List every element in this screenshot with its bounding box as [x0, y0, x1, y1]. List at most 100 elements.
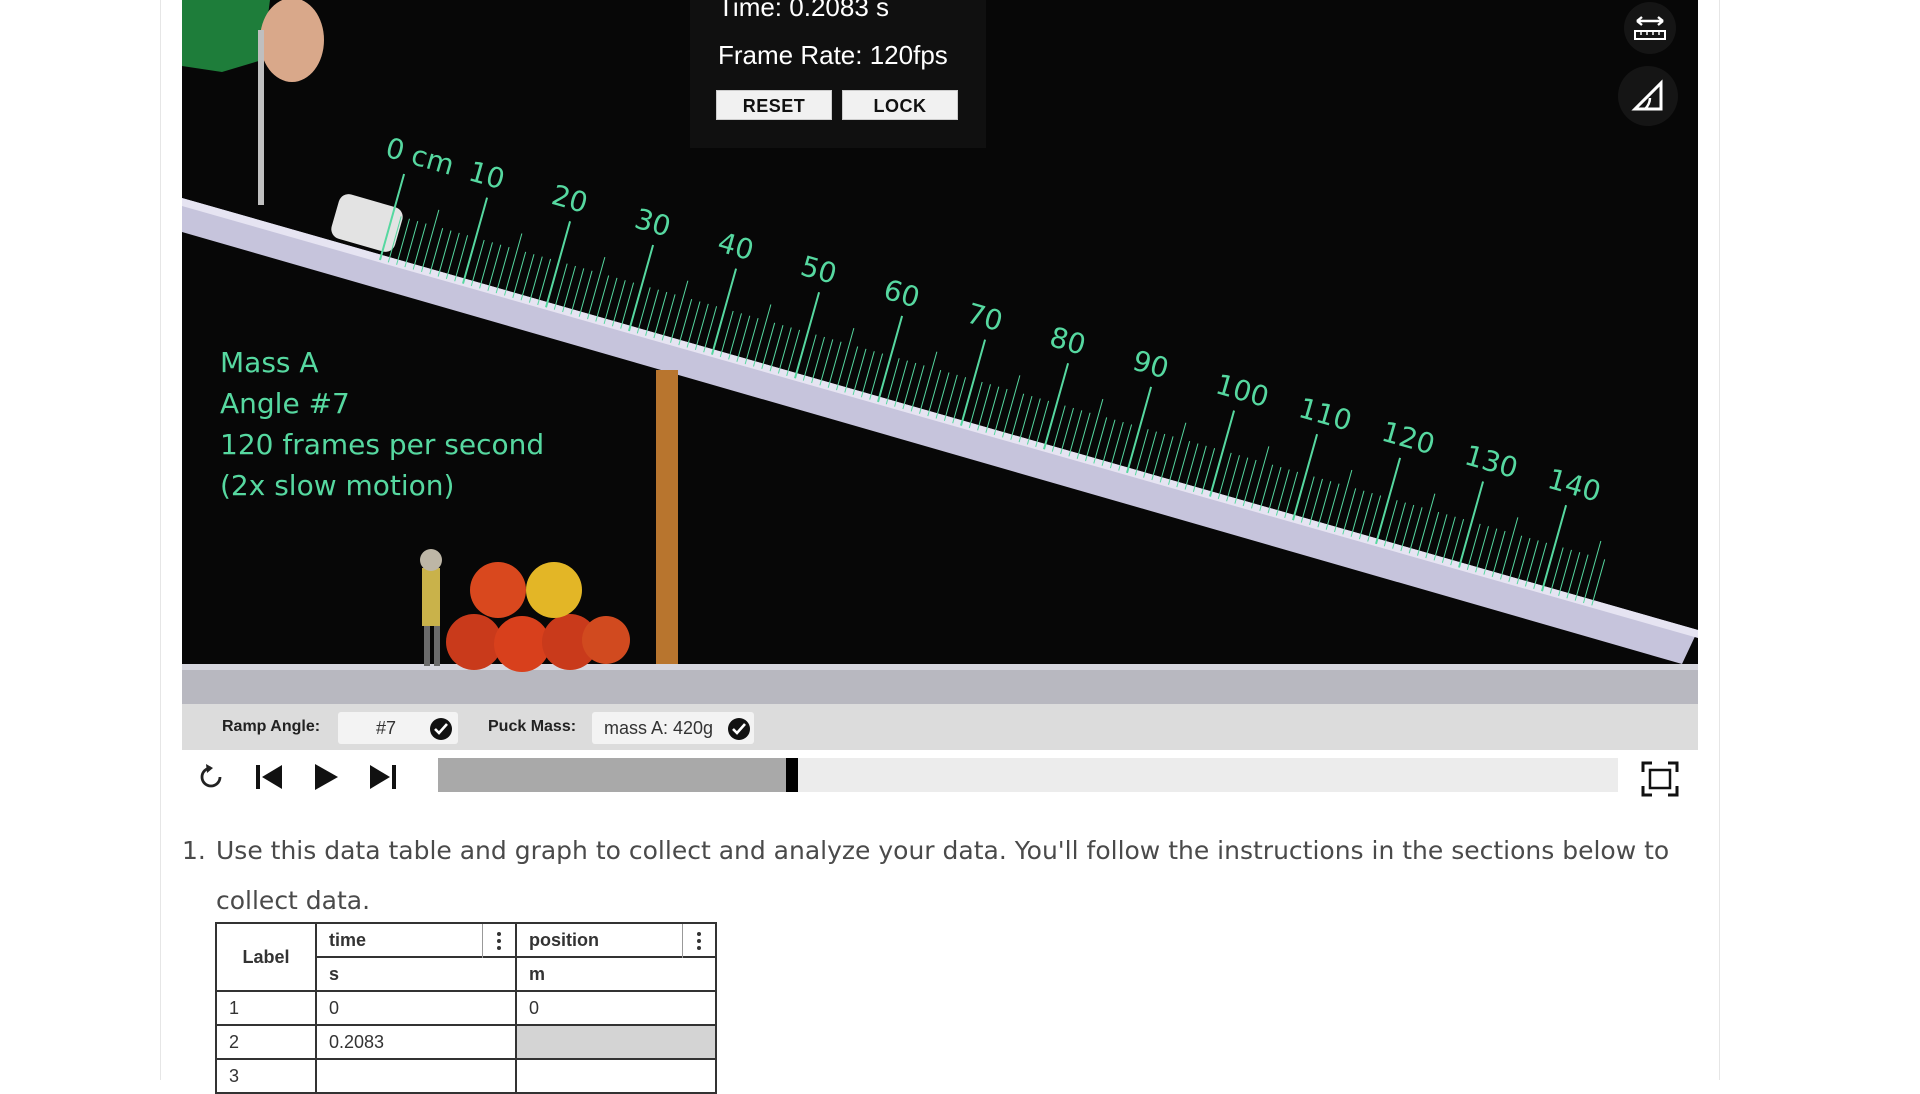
row-label: 2 — [215, 1024, 317, 1060]
ruler-label: 10 — [465, 155, 508, 197]
timeline-progress — [438, 758, 792, 792]
time-unit: s — [315, 956, 517, 992]
green-sleeve — [182, 0, 270, 72]
skip-back-icon[interactable] — [252, 760, 286, 794]
data-table: Label time position s m 1 0 0 2 0.2083 3 — [215, 922, 717, 1094]
time-column-name: time — [329, 929, 367, 950]
release-stick — [258, 30, 264, 205]
ruler-label: 120 — [1378, 415, 1438, 461]
check-icon — [728, 718, 750, 740]
slow-motion-line: (2x slow motion) — [220, 469, 455, 502]
ruler-tool-button[interactable] — [1624, 2, 1676, 54]
ruler-overlay: 0 cm 10 20 30 40 50 60 70 80 90 100 110 120 130 140 — [379, 131, 1606, 606]
position-cell[interactable] — [515, 1024, 717, 1060]
ruler-tick — [1209, 410, 1236, 497]
time-readout: Time: 0.2083 s — [718, 0, 890, 22]
position-cell[interactable] — [515, 1058, 717, 1094]
ruler-tick — [1002, 375, 1021, 438]
play-icon[interactable] — [308, 760, 342, 794]
puck-mass-select[interactable]: mass A: 420g — [592, 712, 754, 744]
row-label: 1 — [215, 990, 317, 1026]
ruler-label: 100 — [1212, 368, 1272, 414]
time-cell[interactable]: 0 — [315, 990, 517, 1026]
mass-line: Mass A — [220, 346, 319, 379]
ruler-label: 40 — [714, 226, 757, 268]
ruler-label: 70 — [963, 297, 1006, 339]
ruler-label: 60 — [880, 273, 923, 315]
ruler-label: 110 — [1295, 391, 1355, 437]
label-header: Label — [215, 922, 317, 992]
replay-icon[interactable] — [194, 760, 228, 794]
table-row: 3 — [215, 1058, 717, 1094]
floor — [182, 668, 1698, 704]
ruler-tick — [628, 244, 655, 332]
ruler-label: 80 — [1046, 320, 1089, 362]
time-overlay: Time: 0.2083 s Frame Rate: 120fps RESET … — [690, 0, 986, 148]
lock-button[interactable]: LOCK — [842, 90, 958, 120]
ruler-tick — [1375, 457, 1402, 545]
ruler-label: 30 — [631, 202, 674, 244]
ruler-tick — [1541, 504, 1568, 592]
ruler-label: 20 — [548, 178, 591, 220]
ruler-tick — [1417, 493, 1436, 556]
skip-forward-icon[interactable] — [366, 760, 400, 794]
ramp-angle-select[interactable]: #7 — [338, 712, 458, 744]
video-player[interactable]: 0 cm 10 20 30 40 50 60 70 80 90 100 110 120 130 140 Ti… — [182, 0, 1698, 704]
table-row: 2 0.2083 — [215, 1024, 717, 1060]
check-icon — [430, 718, 452, 740]
position-cell[interactable]: 0 — [515, 990, 717, 1026]
ruler-tick — [794, 292, 821, 379]
ruler-tick — [587, 257, 606, 320]
ruler-label: 0 cm — [382, 131, 458, 182]
column-menu-icon[interactable] — [682, 924, 715, 958]
ruler-tick — [919, 351, 938, 414]
row-label: 3 — [215, 1058, 317, 1094]
puck-mass-label: Puck Mass: — [488, 718, 577, 735]
ruler-tick — [1043, 362, 1070, 450]
experiment-label: Mass A Angle #7 120 frames per second (2… — [220, 342, 544, 506]
position-column-name: position — [529, 929, 599, 950]
ruler-label: 140 — [1544, 462, 1604, 508]
ruler-tick — [1126, 386, 1153, 474]
ruler-tick — [1500, 517, 1519, 580]
position-header: position — [515, 922, 717, 958]
position-unit: m — [515, 956, 717, 992]
ruler-tick — [711, 268, 738, 355]
puck-mass-value: mass A: 420g — [604, 718, 714, 738]
ruler-tick — [1085, 398, 1104, 462]
ruler-tick — [545, 221, 572, 308]
ruler-tick — [1292, 433, 1319, 521]
fps-line: 120 frames per second — [220, 428, 545, 461]
ruler-label: 50 — [797, 249, 840, 291]
ruler-label: 90 — [1129, 344, 1172, 386]
ruler-tick — [1458, 481, 1485, 568]
timeline-handle[interactable] — [786, 758, 798, 792]
ruler-tick — [960, 339, 987, 426]
table-row: 1 0 0 — [215, 990, 717, 1026]
question-text: Use this data table and graph to collect… — [216, 836, 1670, 915]
protractor-tool-button[interactable] — [1618, 66, 1678, 126]
ramp-angle-label: Ramp Angle: — [222, 718, 321, 735]
ruler-tick — [1334, 469, 1353, 533]
ruler-label: 130 — [1461, 439, 1521, 485]
ruler-tick — [504, 233, 523, 296]
fullscreen-icon[interactable] — [1640, 760, 1680, 798]
figurine — [422, 568, 440, 626]
ramp-angle-value: #7 — [376, 718, 397, 738]
question-number: 1. — [182, 836, 206, 865]
ruler-tick — [753, 304, 772, 367]
ruler-tick — [1168, 422, 1187, 485]
column-menu-icon[interactable] — [482, 924, 515, 958]
hand — [260, 0, 324, 82]
reset-button[interactable]: RESET — [716, 90, 832, 120]
ruler-tick — [1583, 540, 1602, 604]
settings-bar: Ramp Angle: #7 Puck Mass: mass A: 420g — [182, 704, 1698, 750]
timeline-scrubber[interactable] — [438, 758, 1618, 792]
ruler-tick — [877, 315, 904, 403]
time-cell[interactable] — [315, 1058, 517, 1094]
time-cell[interactable]: 0.2083 — [315, 1024, 517, 1060]
apples — [446, 562, 630, 672]
ruler-tick — [462, 197, 489, 284]
playback-bar — [182, 750, 1698, 804]
frame-rate-readout: Frame Rate: 120fps — [718, 40, 948, 70]
